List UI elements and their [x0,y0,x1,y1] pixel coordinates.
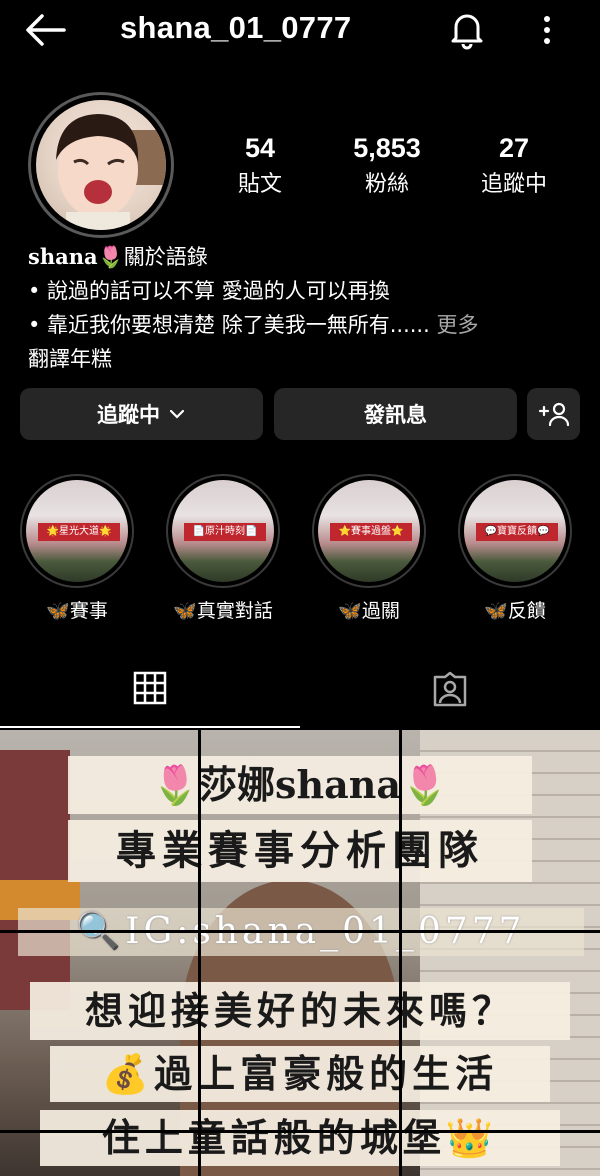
bio-line-2: • 靠近我你要想清楚 除了美我一無所有...... [28,313,430,337]
child-portrait-illustration [56,114,166,230]
chevron-down-icon [169,409,185,419]
highlight-item[interactable]: 🌟星光大道🌟 🦋賽事 [20,474,134,623]
grid-divider [0,1130,600,1133]
highlight-item[interactable]: ⭐賽事過盤⭐ 🦋過關 [312,474,426,623]
following-button[interactable]: 追蹤中 [20,388,263,440]
tab-posts-grid[interactable] [0,650,300,728]
post-caption-line-2: 專業賽事分析團隊 [68,820,532,882]
highlight-cover: 🌟星光大道🌟 [20,474,134,588]
highlight-item[interactable]: 💬寶寶反饋💬 🦋反饋 [458,474,572,623]
more-vertical-icon[interactable] [532,12,562,48]
followers-label: 粉絲 [364,172,409,197]
grid-icon [133,671,167,705]
highlight-roses-image: 🌟星光大道🌟 [26,480,128,582]
highlight-cover: 📄原汁時刻📄 [166,474,280,588]
bio-line-1: • 說過的話可以不算 愛過的人可以再換 [28,279,390,303]
highlight-cover: 💬寶寶反饋💬 [458,474,572,588]
profile-avatar[interactable] [28,92,174,238]
grid-divider [198,730,201,1176]
suggest-people-button[interactable] [527,388,580,440]
profile-username: shana_01_0777 [120,10,352,45]
bio-more-link[interactable]: 更多 [436,313,478,337]
bio-name-line: shana🌷關於語錄 [28,240,588,274]
highlight-banner: 🌟星光大道🌟 [38,523,120,541]
stat-posts[interactable]: 54 貼文 [195,133,325,198]
stat-followers[interactable]: 5,853 粉絲 [322,133,452,198]
bio-name-suffix: 關於語錄 [123,245,208,269]
followers-count: 5,853 [353,133,421,163]
highlight-roses-image: 📄原汁時刻📄 [172,480,274,582]
highlight-cover: ⭐賽事過盤⭐ [312,474,426,588]
highlight-label: 🦋賽事 [46,600,108,622]
highlight-label: 🦋過關 [338,600,400,622]
stat-following[interactable]: 27 追蹤中 [449,133,579,198]
top-bar: shana_01_0777 [0,0,600,60]
highlight-label: 🦋反饋 [484,600,546,622]
profile-bio: shana🌷關於語錄 • 說過的話可以不算 愛過的人可以再換 • 靠近我你要想清… [28,240,588,376]
post-caption-line-1: 🌷莎娜shana🌷 [68,756,532,814]
highlight-roses-image: 💬寶寶反饋💬 [464,480,566,582]
back-arrow-icon[interactable] [24,12,68,48]
bell-icon[interactable] [446,8,488,50]
bio-name: shana [28,244,98,269]
post-caption-line-5: 💰過上富豪般的生活 [50,1046,550,1102]
highlight-banner: 📄原汁時刻📄 [184,523,266,541]
highlight-roses-image: ⭐賽事過盤⭐ [318,480,420,582]
highlight-banner: ⭐賽事過盤⭐ [330,523,412,541]
following-count: 27 [498,133,530,163]
grid-divider [399,730,402,1176]
tulip-emoji: 🌷 [97,245,124,269]
highlight-item[interactable]: 📄原汁時刻📄 🦋真實對話 [166,474,280,623]
posts-count: 54 [244,133,276,163]
following-button-label: 追蹤中 [97,403,160,427]
tab-tagged[interactable] [300,650,600,728]
add-person-icon [538,402,569,427]
grid-divider [0,930,600,933]
translate-link[interactable]: 翻譯年糕 [28,342,588,376]
highlight-label: 🦋真實對話 [173,600,273,622]
message-button-label: 發訊息 [364,403,427,427]
highlight-banner: 💬寶寶反饋💬 [476,523,558,541]
posts-label: 貼文 [237,172,282,197]
following-label: 追蹤中 [480,172,547,197]
tagged-person-icon [433,671,467,707]
profile-tabs [0,650,600,728]
post-caption-line-4: 想迎接美好的未來嗎？ [30,982,570,1040]
avatar-photo [36,100,166,230]
message-button[interactable]: 發訊息 [274,388,517,440]
bio-line-2-wrap: • 靠近我你要想清楚 除了美我一無所有...... 更多 [28,308,588,342]
post-caption-line-6: 住上童話般的城堡👑 [40,1110,560,1166]
